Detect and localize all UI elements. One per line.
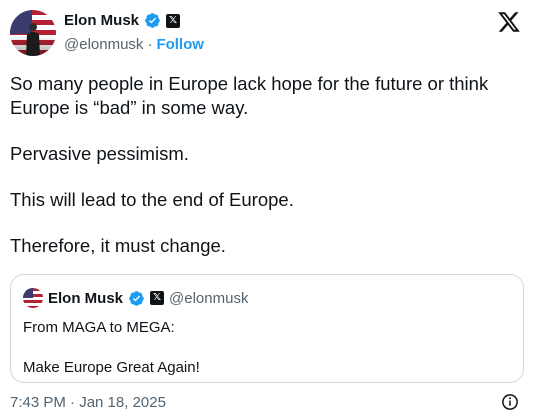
author-avatar[interactable] bbox=[10, 10, 56, 56]
x-affiliation-icon: 𝕏 bbox=[166, 13, 181, 28]
tweet-text: So many people in Europe lack hope for t… bbox=[10, 72, 520, 280]
separator-dot: · bbox=[147, 36, 153, 53]
author-handle-row: @elonmusk · Follow bbox=[64, 36, 204, 53]
verified-check-icon bbox=[145, 13, 160, 28]
author-handle[interactable]: @elonmusk bbox=[64, 36, 143, 53]
tweet-paragraph: So many people in Europe lack hope for t… bbox=[10, 73, 494, 118]
tweet-paragraph: Pervasive pessimism. bbox=[10, 143, 189, 164]
tweet-paragraph: Therefore, it must change. bbox=[10, 235, 226, 256]
quoted-line: From MAGA to MEGA: bbox=[23, 319, 175, 336]
quoted-line: Make Europe Great Again! bbox=[23, 359, 200, 376]
quoted-author-handle: @elonmusk bbox=[169, 289, 249, 307]
quoted-author-avatar bbox=[23, 288, 43, 308]
flag-canton bbox=[23, 288, 33, 298]
person-silhouette bbox=[26, 23, 40, 56]
tweet-timestamp[interactable]: 7:43 PM · Jan 18, 2025 bbox=[10, 394, 166, 411]
author-name[interactable]: Elon Musk bbox=[64, 12, 139, 29]
x-affiliation-icon: 𝕏 bbox=[150, 291, 165, 305]
quoted-tweet-header: Elon Musk 𝕏 @elonmusk bbox=[23, 288, 248, 308]
info-icon[interactable] bbox=[501, 393, 519, 411]
verified-check-icon bbox=[129, 290, 144, 306]
author-name-row: Elon Musk 𝕏 bbox=[64, 12, 181, 29]
quoted-author-name: Elon Musk bbox=[48, 289, 124, 307]
tweet-paragraph: This will lead to the end of Europe. bbox=[10, 189, 294, 210]
quoted-tweet-text: From MAGA to MEGA: Make Europe Great Aga… bbox=[23, 318, 200, 398]
quoted-tweet[interactable]: Elon Musk 𝕏 @elonmusk From MAGA to MEGA:… bbox=[10, 274, 524, 383]
x-logo-icon[interactable] bbox=[497, 10, 521, 34]
follow-button[interactable]: Follow bbox=[156, 36, 204, 53]
